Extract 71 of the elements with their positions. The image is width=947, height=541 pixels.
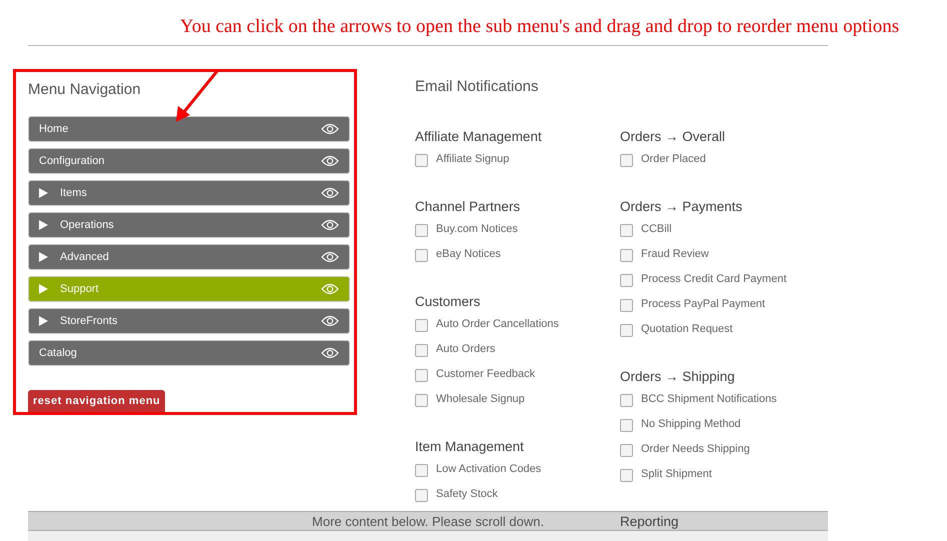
expand-arrow-icon[interactable] [39,188,48,198]
checkbox[interactable] [620,469,633,482]
reset-button[interactable]: reset navigation menu [28,390,166,412]
menu-item[interactable]: Home [28,116,350,142]
menu-title: Menu Navigation [28,81,141,100]
menu-item[interactable]: Configuration [28,148,350,174]
checkbox-label: Process Credit Card Payment [641,273,786,285]
checkbox-label: Order Needs Shipping [641,443,750,455]
eye-icon[interactable] [321,123,339,135]
checkbox[interactable] [620,224,633,237]
menu-item[interactable]: StoreFronts [28,308,350,334]
checkbox[interactable] [415,344,428,357]
menu-item[interactable]: Advanced [28,244,350,270]
menu-item[interactable]: Items [28,180,350,206]
menu-item[interactable]: Catalog [28,340,350,366]
checkbox-label: Auto Orders [436,343,496,355]
checkbox-label: CCBill [641,223,672,235]
group-heading: Reporting [620,514,680,531]
checkbox-label: Split Shipment [641,468,712,480]
checkbox[interactable] [415,394,428,407]
checkbox-label: Process PayPal Payment [641,298,766,310]
checkbox-label: Fraud Review [641,248,709,260]
eye-icon[interactable] [321,251,339,263]
eye-icon[interactable] [321,283,339,295]
group-heading: Affiliate Management [415,129,543,146]
scroll-notice: More content below. Please scroll down. [312,514,544,528]
checkbox[interactable] [415,464,428,477]
checkbox-label: Buy.com Notices [436,223,518,235]
checkbox[interactable] [415,319,428,332]
checkbox[interactable] [415,369,428,382]
annotation-text: You can click on the arrows to open the sub menu's and drag and drop to reorder menu options [180,16,900,38]
checkbox[interactable] [415,224,428,237]
checkbox-label: Low Activation Codes [436,463,542,475]
expand-arrow-icon[interactable] [39,316,48,326]
checkbox[interactable] [620,274,633,287]
checkbox-label: Order Placed [641,153,706,165]
checkbox-label: Customer Feedback [436,368,536,380]
checkbox-label: Affiliate Signup [436,153,510,165]
checkbox-label: Auto Order Cancellations [436,318,559,330]
checkbox[interactable] [620,299,633,312]
checkbox-label: BCC Shipment Notifications [641,393,777,405]
checkbox-label: Quotation Request [641,323,733,335]
section-title: Email Notifications [415,78,540,97]
expand-arrow-icon[interactable] [39,284,48,294]
eye-icon[interactable] [321,155,339,167]
checkbox[interactable] [620,419,633,432]
group-heading: Orders → Shipping [620,369,736,386]
expand-arrow-icon[interactable] [39,252,48,262]
menu-item[interactable]: Operations [28,212,350,238]
eye-icon[interactable] [321,315,339,327]
checkbox[interactable] [620,249,633,262]
group-heading: Item Management [415,439,525,456]
checkbox[interactable] [415,249,428,262]
checkbox-label: Wholesale Signup [436,393,525,405]
eye-icon[interactable] [321,219,339,231]
eye-icon[interactable] [321,187,339,199]
checkbox[interactable] [620,444,633,457]
group-heading: Customers [415,294,482,311]
checkbox-label: eBay Notices [436,248,501,260]
checkbox[interactable] [415,489,428,502]
checkbox[interactable] [415,154,428,167]
checkbox[interactable] [620,324,633,337]
checkbox[interactable] [620,394,633,407]
checkbox[interactable] [620,154,633,167]
eye-icon[interactable] [321,347,339,359]
group-heading: Orders → Payments [620,199,744,216]
group-heading: Channel Partners [415,199,522,216]
group-heading: Orders → Overall [620,129,726,146]
expand-arrow-icon[interactable] [39,220,48,230]
checkbox-label: No Shipping Method [641,418,741,430]
checkbox-label: Safety Stock [436,488,498,500]
